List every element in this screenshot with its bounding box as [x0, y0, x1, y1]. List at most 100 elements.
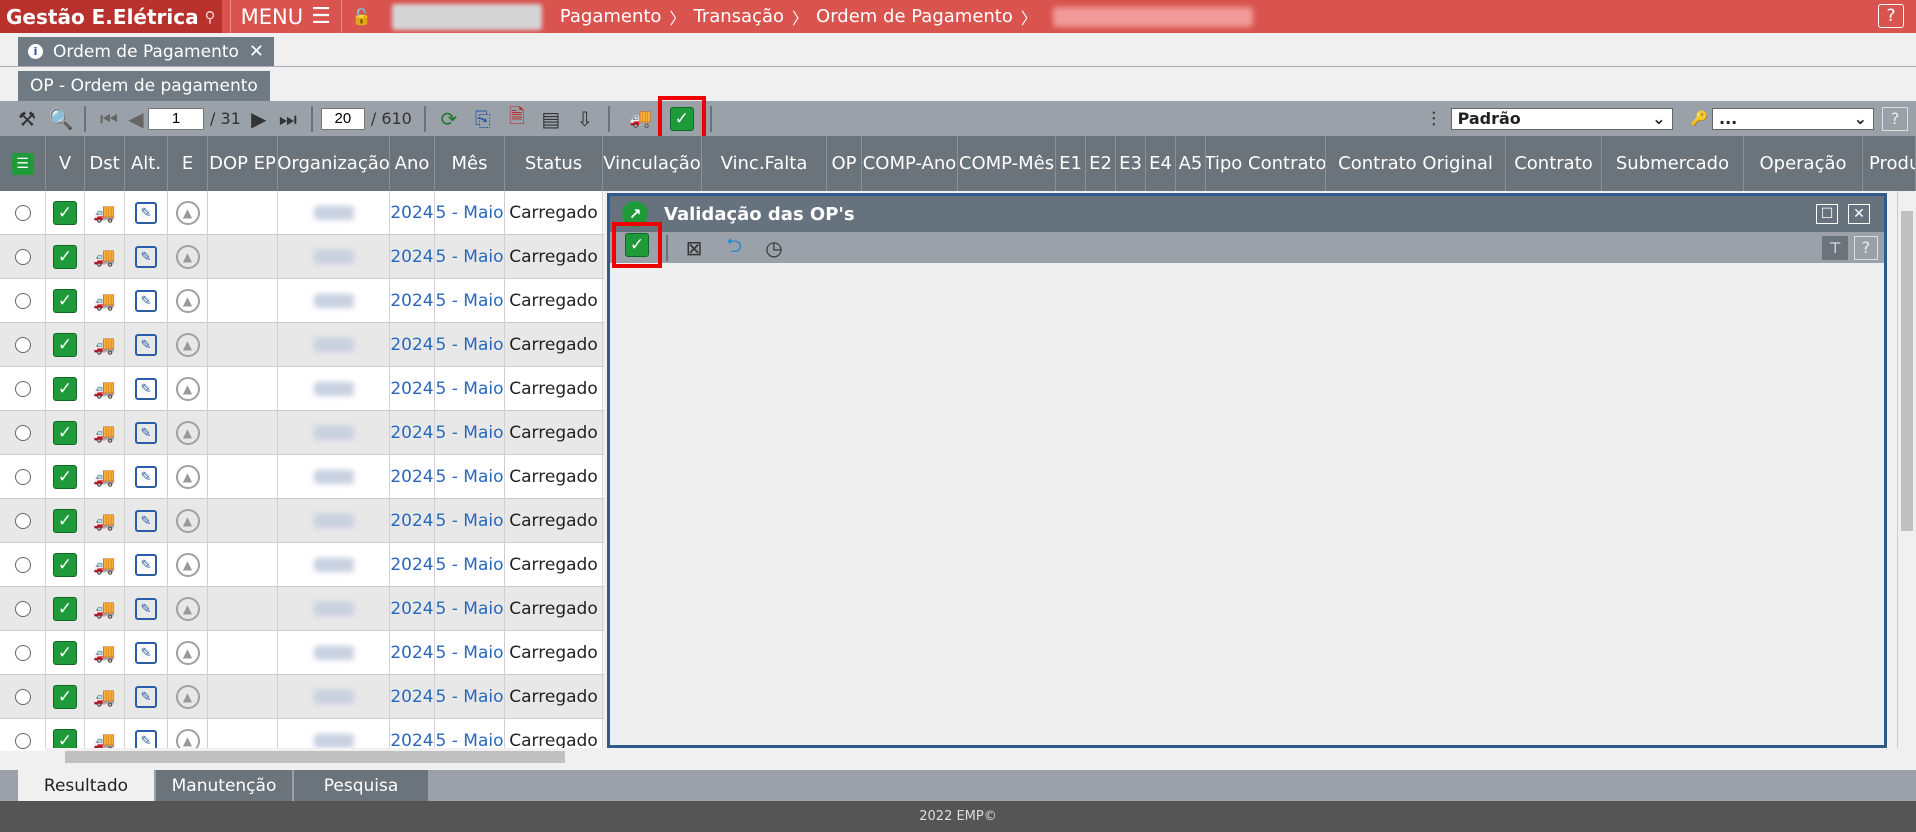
col-header[interactable]: Contrato Original: [1326, 136, 1506, 191]
filter-select[interactable]: ... ⌄: [1712, 107, 1874, 130]
status-circle-icon[interactable]: ▲: [175, 421, 200, 445]
month-link[interactable]: 5 - Maio: [436, 599, 504, 619]
col-header[interactable]: Operação: [1744, 136, 1863, 191]
check-icon[interactable]: ✓: [53, 201, 77, 225]
help-button[interactable]: ?: [1854, 235, 1878, 260]
layout-icon[interactable]: ▤: [534, 103, 568, 134]
year-link[interactable]: 2024: [390, 379, 433, 399]
row-radio[interactable]: [14, 425, 31, 441]
edit-icon[interactable]: ✎: [135, 686, 157, 708]
close-icon[interactable]: ✕: [249, 41, 264, 62]
subtab-op[interactable]: OP - Ordem de pagamento: [18, 71, 270, 101]
month-link[interactable]: 5 - Maio: [436, 291, 504, 311]
check-icon[interactable]: ✓: [53, 597, 77, 621]
tab-ordem-pagamento[interactable]: i Ordem de Pagamento ✕: [18, 37, 275, 66]
truck-icon[interactable]: 🚚: [93, 291, 115, 312]
col-header[interactable]: Vinc.Falta: [702, 136, 827, 191]
vertical-scrollbar[interactable]: [1897, 191, 1916, 748]
truck-icon[interactable]: 🚚: [93, 511, 115, 532]
col-header[interactable]: COMP-Ano: [862, 136, 958, 191]
row-radio[interactable]: [14, 337, 31, 353]
truck-icon[interactable]: 🚚: [93, 379, 115, 400]
year-link[interactable]: 2024: [390, 511, 433, 531]
last-page-icon[interactable]: ⏭: [271, 103, 305, 134]
breadcrumb-item-pagamento[interactable]: Pagamento: [560, 6, 662, 27]
year-link[interactable]: 2024: [390, 555, 433, 575]
table-row[interactable]: ✓ 🚚 ✎ ▲ 2024 5 - Maio Carregado: [0, 543, 604, 587]
truck-icon[interactable]: 🚚: [93, 643, 115, 664]
clock-report-icon[interactable]: ◷: [754, 232, 794, 263]
table-row[interactable]: ✓ 🚚 ✎ ▲ 2024 5 - Maio Carregado: [0, 367, 604, 411]
truck-icon[interactable]: 🚚: [93, 467, 115, 488]
edit-icon[interactable]: ✎: [135, 598, 157, 620]
year-link[interactable]: 2024: [390, 599, 433, 619]
truck-icon[interactable]: 🚚: [93, 203, 115, 224]
tools-icon[interactable]: ⚒: [10, 103, 44, 134]
prev-page-icon[interactable]: ◀: [126, 103, 146, 134]
edit-icon[interactable]: ✎: [135, 554, 157, 576]
check-icon[interactable]: ✓: [53, 377, 77, 401]
search-icon[interactable]: 🔍: [44, 103, 78, 134]
status-circle-icon[interactable]: ▲: [175, 685, 200, 709]
app-brand[interactable]: Gestão E.Elétrica ⚲: [0, 0, 222, 33]
edit-icon[interactable]: ✎: [135, 290, 157, 312]
month-link[interactable]: 5 - Maio: [436, 335, 504, 355]
row-radio[interactable]: [14, 733, 31, 749]
truck-icon[interactable]: 🚚: [624, 103, 658, 134]
table-row[interactable]: ✓ 🚚 ✎ ▲ 2024 5 - Maio Carregado: [0, 235, 604, 279]
col-header[interactable]: Vinculação: [603, 136, 702, 191]
column-chooser-icon[interactable]: ☰: [0, 136, 46, 191]
col-header[interactable]: V: [46, 136, 85, 191]
month-link[interactable]: 5 - Maio: [436, 511, 504, 531]
tab-resultado[interactable]: Resultado: [18, 770, 156, 801]
first-page-icon[interactable]: ⏮: [92, 103, 126, 134]
edit-icon[interactable]: ✎: [135, 642, 157, 664]
edit-icon[interactable]: ✎: [135, 422, 157, 444]
row-radio[interactable]: [14, 513, 31, 529]
edit-icon[interactable]: ✎: [135, 246, 157, 268]
month-link[interactable]: 5 - Maio: [436, 203, 504, 223]
confirm-validate-button[interactable]: ✓: [612, 221, 662, 268]
row-radio[interactable]: [14, 249, 31, 265]
col-header[interactable]: Submercado: [1602, 136, 1744, 191]
truck-icon[interactable]: 🚚: [93, 335, 115, 356]
check-icon[interactable]: ✓: [53, 509, 77, 533]
year-link[interactable]: 2024: [390, 687, 433, 707]
year-link[interactable]: 2024: [390, 247, 433, 267]
table-row[interactable]: ✓ 🚚 ✎ ▲ 2024 5 - Maio Carregado: [0, 279, 604, 323]
sliders-icon[interactable]: ⫶: [1417, 103, 1451, 134]
col-header[interactable]: E1: [1056, 136, 1086, 191]
col-header[interactable]: Tipo Contrato: [1206, 136, 1326, 191]
status-circle-icon[interactable]: ▲: [175, 245, 200, 269]
truck-icon[interactable]: 🚚: [93, 423, 115, 444]
cancel-icon[interactable]: ⊠: [674, 232, 714, 263]
check-icon[interactable]: ✓: [53, 465, 77, 489]
tab-manutencao[interactable]: Manutenção: [156, 770, 294, 801]
check-icon[interactable]: ✓: [53, 333, 77, 357]
month-link[interactable]: 5 - Maio: [436, 643, 504, 663]
pin-icon[interactable]: ⊤: [1822, 235, 1848, 260]
col-header[interactable]: Ano: [390, 136, 435, 191]
col-header[interactable]: Mês: [435, 136, 505, 191]
year-link[interactable]: 2024: [390, 291, 433, 311]
scroll-thumb[interactable]: [65, 751, 565, 763]
col-header[interactable]: COMP-Mês: [958, 136, 1056, 191]
table-row[interactable]: ✓ 🚚 ✎ ▲ 2024 5 - Maio Carregado: [0, 411, 604, 455]
col-header[interactable]: A5: [1176, 136, 1206, 191]
col-header[interactable]: Status: [505, 136, 603, 191]
month-link[interactable]: 5 - Maio: [436, 467, 504, 487]
status-circle-icon[interactable]: ▲: [175, 553, 200, 577]
scroll-thumb[interactable]: [1901, 211, 1913, 531]
truck-icon[interactable]: 🚚: [93, 555, 115, 576]
col-header[interactable]: E3: [1116, 136, 1146, 191]
year-link[interactable]: 2024: [390, 335, 433, 355]
close-icon[interactable]: ✕: [1848, 204, 1870, 224]
row-radio[interactable]: [14, 557, 31, 573]
month-link[interactable]: 5 - Maio: [436, 687, 504, 707]
truck-icon[interactable]: 🚚: [93, 599, 115, 620]
col-header[interactable]: E4: [1146, 136, 1176, 191]
refresh-icon[interactable]: ⟳: [432, 103, 466, 134]
status-circle-icon[interactable]: ▲: [175, 289, 200, 313]
next-page-icon[interactable]: ▶: [247, 103, 271, 134]
breadcrumb-item-transacao[interactable]: Transação: [693, 6, 784, 27]
